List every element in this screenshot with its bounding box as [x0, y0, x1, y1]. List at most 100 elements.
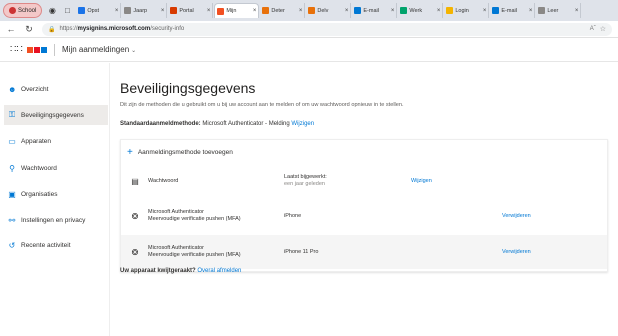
change-default-link[interactable]: Wijzigen [291, 121, 314, 127]
add-method-label: Aanmeldingsmethode toevoegen [137, 149, 233, 156]
close-tab-icon[interactable]: × [161, 8, 165, 14]
tab-favicon-icon [400, 7, 408, 14]
nav-item-beveiligingsgegevens[interactable]: ⚿ Beveiligingsgegevens [4, 105, 108, 125]
browser-tab[interactable]: Leer × [536, 3, 582, 18]
authenticator-icon: ❂ [131, 211, 139, 221]
read-aloud-icon[interactable]: Aˆ [590, 26, 596, 32]
tab-label: Opst [87, 7, 99, 14]
nav-item-overzicht[interactable]: ☻ Overzicht [4, 79, 108, 99]
browser-tab[interactable]: Jaarp × [122, 3, 168, 18]
password-icon: ▤ [131, 176, 139, 186]
nav-item-label: Apparaten [21, 137, 51, 145]
main-content: Beveiligingsgegevens Dit zijn de methode… [120, 63, 618, 336]
tab-favicon-icon [308, 7, 316, 14]
nav-item-instellingen-en-privacy[interactable]: ⚯ Instellingen en privacy [4, 210, 108, 230]
browser-tab[interactable]: Login × [444, 3, 490, 18]
method-name: Microsoft Authenticator Meervoudige verif… [148, 209, 241, 222]
tab-actions-icon[interactable]: □ [61, 5, 73, 17]
app-launcher-icon[interactable]: ∷∷ [10, 44, 23, 55]
tab-label: Delv [317, 7, 329, 14]
nav-item-wachtwoord[interactable]: ⚲ Wachtwoord [4, 158, 108, 178]
refresh-icon[interactable]: ↻ [24, 24, 34, 35]
close-tab-icon[interactable]: × [207, 8, 211, 14]
nav-item-label: Overzicht [21, 85, 49, 93]
back-arrow-icon[interactable]: ← [6, 24, 16, 34]
lost-device-label: Uw apparaat kwijtgeraakt? [120, 268, 196, 274]
default-method-value: Microsoft Authenticator - Melding [202, 121, 290, 127]
sign-out-everywhere-link[interactable]: Overal afmelden [197, 268, 241, 274]
tab-label: Portal [179, 7, 194, 14]
tab-label: E-mail [501, 7, 517, 14]
method-detail: Laatst bijgewerkt: een jaar geleden [284, 174, 327, 187]
method-name: Wachtwoord [148, 177, 179, 184]
tab-favicon-icon [124, 7, 132, 14]
authenticator-icon: ❂ [131, 247, 139, 257]
close-tab-icon[interactable]: × [575, 8, 579, 14]
app-title[interactable]: Mijn aanmeldingen ⌄ [62, 45, 136, 54]
tab-label: Jaarp [133, 7, 148, 14]
browser-tab-strip: School ◉ □ Opst × Jaarp × Portal × Mijn × Deter ×… [0, 0, 618, 21]
tab-favicon-icon [492, 7, 500, 14]
browser-tab[interactable]: E-mail × [490, 3, 536, 18]
close-tab-icon[interactable]: × [345, 8, 349, 14]
page-subtitle: Dit zijn de methoden die u gebruikt om u… [120, 102, 404, 108]
nav-item-label: Recente activiteit [21, 241, 71, 249]
nav-item-label: Wachtwoord [21, 164, 57, 172]
browser-tab[interactable]: Portal × [168, 3, 214, 18]
methods-card: + Aanmeldingsmethode toevoegen ▤ Wachtwo… [120, 139, 608, 272]
profile-avatar-icon [9, 7, 16, 14]
tab-favicon-icon [354, 7, 362, 14]
chevron-down-icon: ⌄ [131, 48, 137, 54]
delete-method-link[interactable]: Verwijderen [502, 249, 531, 255]
close-tab-icon[interactable]: × [529, 8, 533, 14]
person-icon: ☻ [8, 84, 17, 94]
lock-icon: ⚯ [8, 215, 16, 225]
delete-method-link[interactable]: Verwijderen [502, 213, 531, 219]
nav-item-recente-activiteit[interactable]: ↺ Recente activiteit [4, 235, 108, 255]
url-field[interactable]: 🔒 https://mysignins.microsoft.com/securi… [42, 22, 612, 36]
browser-tab[interactable]: Delv × [306, 3, 352, 18]
favorite-star-icon[interactable]: ☆ [600, 25, 606, 33]
method-row-authenticator-1: ❂ Microsoft Authenticator Meervoudige ver… [121, 199, 607, 233]
address-bar-row: ← ↻ 🔒 https://mysignins.microsoft.com/se… [0, 21, 618, 38]
lock-icon: 🔒 [48, 26, 56, 33]
browser-tab[interactable]: Deter × [260, 3, 306, 18]
browser-tab[interactable]: Mijn × [214, 3, 260, 18]
nav-item-label: Instellingen en privacy [21, 216, 86, 224]
url-text: https://mysignins.microsoft.com/security… [59, 26, 185, 32]
close-tab-icon[interactable]: × [115, 8, 119, 14]
change-password-link[interactable]: Wijzigen [411, 178, 432, 184]
tab-favicon-icon [217, 7, 225, 15]
profile-button[interactable]: School [3, 3, 43, 18]
method-row-password: ▤ Wachtwoord Laatst bijgewerkt: een jaar … [121, 166, 607, 196]
close-tab-icon[interactable]: × [391, 8, 395, 14]
nav-item-label: Beveiligingsgegevens [21, 111, 84, 119]
add-method-button[interactable]: + Aanmeldingsmethode toevoegen [127, 147, 233, 158]
browser-tab[interactable]: Opst × [76, 3, 122, 18]
organization-logo [27, 46, 47, 53]
default-method: Standaardaanmeldmethode: Microsoft Authe… [120, 121, 314, 127]
method-name: Microsoft Authenticator Meervoudige verif… [148, 245, 241, 258]
close-tab-icon[interactable]: × [299, 8, 303, 14]
tab-label: Mijn [226, 8, 237, 14]
tab-label: Werk [409, 7, 423, 14]
browser-tab[interactable]: E-mail × [352, 3, 398, 18]
tab-label: E-mail [363, 7, 379, 14]
tab-label: Login [455, 7, 469, 14]
profile-label: School [18, 7, 37, 14]
tab-label: Leer [547, 7, 559, 14]
workspaces-icon[interactable]: ◉ [46, 5, 58, 17]
browser-tab[interactable]: Werk × [398, 3, 444, 18]
close-tab-icon[interactable]: × [483, 8, 487, 14]
tab-favicon-icon [78, 7, 86, 14]
plus-icon: + [127, 147, 133, 158]
tab-favicon-icon [170, 7, 178, 14]
nav-item-organisaties[interactable]: ▣ Organisaties [4, 184, 108, 204]
default-method-label: Standaardaanmeldmethode: [120, 121, 201, 127]
close-tab-icon[interactable]: × [437, 8, 441, 14]
nav-item-apparaten[interactable]: ▭ Apparaten [4, 131, 108, 151]
tab-favicon-icon [262, 7, 270, 14]
close-tab-icon[interactable]: × [253, 8, 257, 14]
app-header: ∷∷ Mijn aanmeldingen ⌄ [0, 38, 618, 62]
history-icon: ↺ [8, 240, 16, 250]
